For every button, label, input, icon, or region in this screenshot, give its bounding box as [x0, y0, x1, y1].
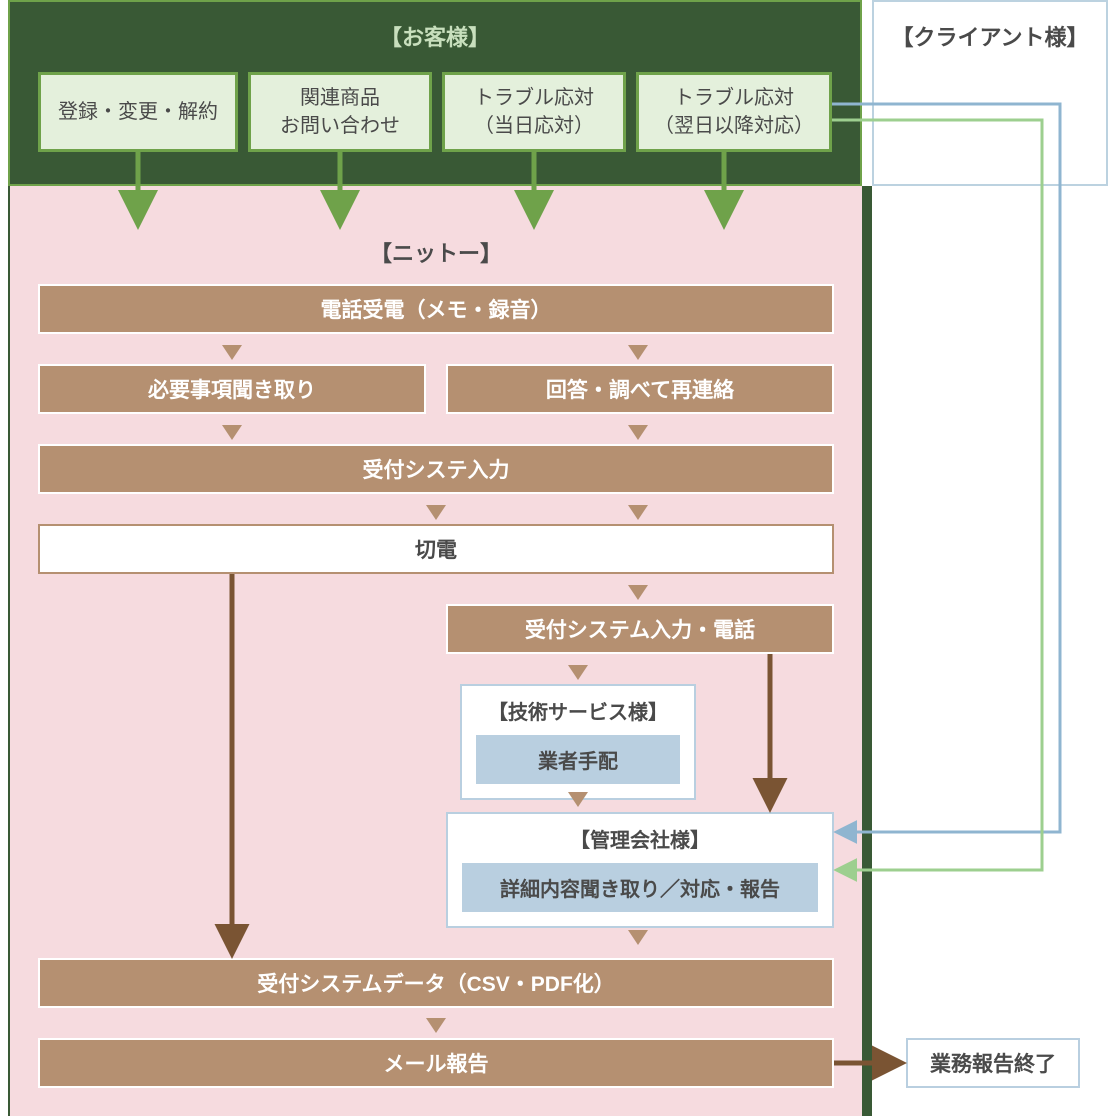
customer-box-label: トラブル応対（当日応対） — [474, 84, 594, 140]
region-client-title: 【クライアント様】 — [874, 20, 1106, 52]
card-title: 【技術サービス様】 — [476, 696, 680, 725]
step-hangup: 切電 — [38, 524, 834, 574]
step-label: 回答・調べて再連絡 — [546, 374, 734, 404]
step-hearing: 必要事項聞き取り — [38, 364, 426, 414]
region-nitto-title: 【ニットー】 — [10, 236, 862, 268]
step-label: 受付システム入力・電話 — [525, 614, 755, 644]
step-csv-pdf: 受付システムデータ（CSV・PDF化） — [38, 958, 834, 1008]
step-label: 電話受電（メモ・録音） — [321, 294, 552, 324]
card-body: 詳細内容聞き取り／対応・報告 — [462, 863, 818, 912]
region-divider — [862, 186, 872, 1116]
client-box-finish: 業務報告終了 — [906, 1038, 1080, 1088]
diagram-root: 【お客様】 【クライアント様】 【ニットー】 登録・変更・解約 関連商品お問い合… — [0, 0, 1120, 1116]
step-label: 受付システムデータ（CSV・PDF化） — [257, 968, 615, 998]
step-label: 必要事項聞き取り — [148, 374, 316, 404]
step-phone-receive: 電話受電（メモ・録音） — [38, 284, 834, 334]
card-management: 【管理会社様】 詳細内容聞き取り／対応・報告 — [446, 812, 834, 928]
customer-box-registration: 登録・変更・解約 — [38, 72, 238, 152]
step-response: 回答・調べて再連絡 — [446, 364, 834, 414]
step-mail-report: メール報告 — [38, 1038, 834, 1088]
region-customer-title: 【お客様】 — [10, 20, 860, 52]
customer-box-label: トラブル応対（翌日以降対応） — [654, 84, 814, 140]
step-system-input: 受付システ入力 — [38, 444, 834, 494]
card-title: 【管理会社様】 — [462, 824, 818, 853]
step-label: メール報告 — [384, 1048, 489, 1078]
customer-box-trouble-sameday: トラブル応対（当日応対） — [442, 72, 626, 152]
step-system-input-phone: 受付システム入力・電話 — [446, 604, 834, 654]
step-label: 切電 — [415, 534, 457, 564]
card-body: 業者手配 — [476, 735, 680, 784]
customer-box-label: 登録・変更・解約 — [58, 98, 218, 126]
customer-box-label: 関連商品お問い合わせ — [280, 84, 400, 140]
customer-box-inquiry: 関連商品お問い合わせ — [248, 72, 432, 152]
step-label: 受付システ入力 — [363, 454, 510, 484]
card-tech-service: 【技術サービス様】 業者手配 — [460, 684, 696, 800]
customer-box-trouble-nextday: トラブル応対（翌日以降対応） — [636, 72, 832, 152]
client-box-label: 業務報告終了 — [930, 1048, 1056, 1078]
region-client: 【クライアント様】 — [872, 0, 1108, 186]
